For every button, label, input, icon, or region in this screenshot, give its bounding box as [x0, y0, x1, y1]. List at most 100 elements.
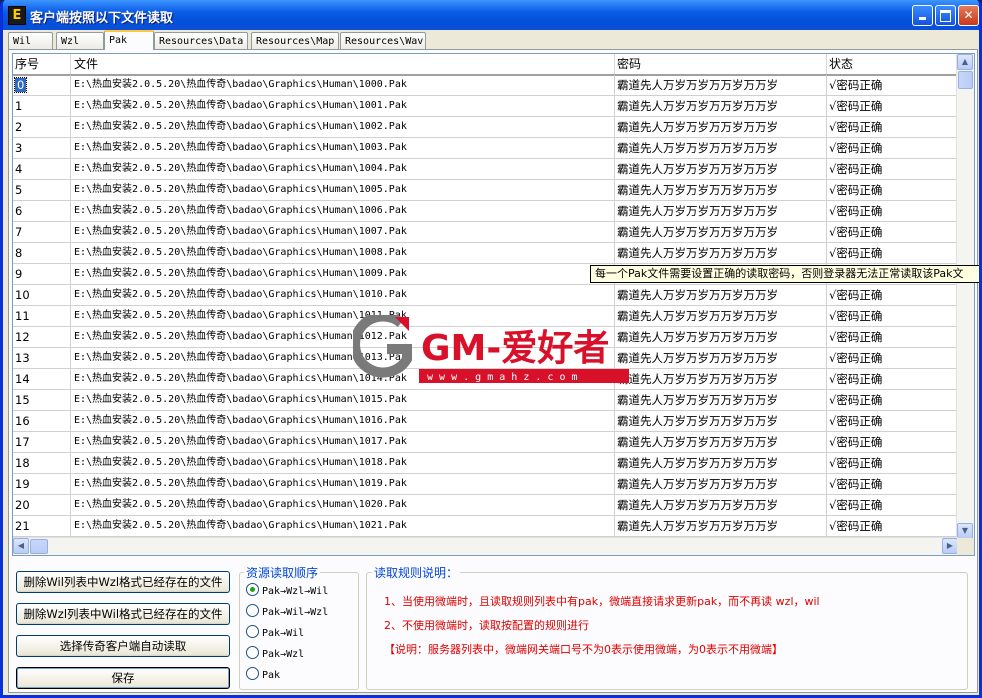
tab-resources-map[interactable]: Resources\Map [251, 32, 339, 49]
cell-password-text: 霸道先人万岁万岁万万岁万万岁 [617, 204, 778, 218]
table-row[interactable]: 20 E:\热血安装2.0.5.20\热血传奇\badao\Graphics\Hu… [13, 495, 958, 516]
cell-password[interactable]: 霸道先人万岁万岁万万岁万万岁 [615, 495, 827, 515]
cell-file: E:\热血安装2.0.5.20\热血传奇\badao\Graphics\Huma… [71, 201, 615, 221]
file-list-grid[interactable]: 序号 文件 密码 状态 0 E:\热血安装2.0.5.20\热血传奇\badao\… [12, 53, 975, 556]
close-button[interactable]: ✕ [958, 5, 979, 26]
cell-password[interactable]: 霸道先人万岁万岁万万岁万万岁 [615, 474, 827, 494]
cell-file-text: E:\热血安装2.0.5.20\热血传奇\badao\Graphics\Huma… [74, 79, 407, 90]
table-row[interactable]: 8 E:\热血安装2.0.5.20\热血传奇\badao\Graphics\Hum… [13, 243, 958, 264]
cell-password[interactable]: 霸道先人万岁万岁万万岁万万岁 [615, 411, 827, 431]
cell-index-text: 4 [15, 162, 23, 176]
cell-password[interactable]: 霸道先人万岁万岁万万岁万万岁 [615, 348, 827, 368]
tab-wzl[interactable]: Wzl [56, 32, 104, 49]
table-row[interactable]: 16 E:\热血安装2.0.5.20\热血传奇\badao\Graphics\Hu… [13, 411, 958, 432]
order-option-pak-wzl-wil[interactable]: Pak→Wzl→Wil [246, 583, 328, 599]
cell-file-text: E:\热血安装2.0.5.20\热血传奇\badao\Graphics\Huma… [74, 415, 407, 426]
cell-password[interactable]: 霸道先人万岁万岁万万岁万万岁 [615, 180, 827, 200]
cell-index: 18 [13, 453, 71, 473]
table-row[interactable]: 5 E:\热血安装2.0.5.20\热血传奇\badao\Graphics\Hum… [13, 180, 958, 201]
cell-file-text: E:\热血安装2.0.5.20\热血传奇\badao\Graphics\Huma… [74, 226, 407, 237]
scroll-left-icon[interactable]: ◀ [13, 538, 29, 554]
table-row[interactable]: 18 E:\热血安装2.0.5.20\热血传奇\badao\Graphics\Hu… [13, 453, 958, 474]
delete-wil-duplicates-button[interactable]: 删除Wil列表中Wzl格式已经存在的文件 [16, 571, 230, 593]
cell-status: √密码正确 [827, 222, 958, 242]
cell-file: E:\热血安装2.0.5.20\热血传奇\badao\Graphics\Huma… [71, 495, 615, 515]
cell-password[interactable]: 霸道先人万岁万岁万万岁万万岁 [615, 243, 827, 263]
order-option-pak-wzl[interactable]: Pak→Wzl [246, 646, 304, 662]
scroll-up-icon[interactable]: ▲ [957, 54, 973, 70]
table-row[interactable]: 6 E:\热血安装2.0.5.20\热血传奇\badao\Graphics\Hum… [13, 201, 958, 222]
cell-password[interactable]: 霸道先人万岁万岁万万岁万万岁 [615, 159, 827, 179]
cell-status: √密码正确 [827, 75, 958, 95]
order-option-pak[interactable]: Pak [246, 667, 280, 683]
scroll-corner [957, 538, 974, 555]
table-row[interactable]: 15 E:\热血安装2.0.5.20\热血传奇\badao\Graphics\Hu… [13, 390, 958, 411]
title-bar[interactable]: E 客户端按照以下文件读取 ✕ [3, 0, 979, 30]
col-header-password[interactable]: 密码 [615, 54, 827, 74]
cell-password[interactable]: 霸道先人万岁万岁万万岁万万岁 [615, 138, 827, 158]
cell-password[interactable]: 霸道先人万岁万岁万万岁万万岁 [615, 285, 827, 305]
cell-password[interactable]: 霸道先人万岁万岁万万岁万万岁 [615, 306, 827, 326]
col-header-index[interactable]: 序号 [13, 54, 71, 74]
cell-file-text: E:\热血安装2.0.5.20\热血传奇\badao\Graphics\Huma… [74, 289, 407, 300]
save-button[interactable]: 保存 [16, 667, 230, 689]
tab-pak[interactable]: Pak [104, 30, 154, 50]
cell-index: 10 [13, 285, 71, 305]
table-row[interactable]: 21 E:\热血安装2.0.5.20\热血传奇\badao\Graphics\Hu… [13, 516, 958, 537]
tab-wil[interactable]: Wil [8, 32, 53, 49]
table-row[interactable]: 2 E:\热血安装2.0.5.20\热血传奇\badao\Graphics\Hum… [13, 117, 958, 138]
cell-index-text: 2 [15, 120, 23, 134]
cell-password-text: 霸道先人万岁万岁万万岁万万岁 [617, 141, 778, 155]
tab-resources-wav[interactable]: Resources\Wav [340, 32, 426, 49]
cell-status: √密码正确 [827, 180, 958, 200]
delete-wzl-duplicates-button[interactable]: 删除Wzl列表中Wil格式已经存在的文件 [16, 603, 230, 625]
cell-index: 1 [13, 96, 71, 116]
scroll-right-icon[interactable]: ▶ [942, 538, 958, 554]
cell-password[interactable]: 霸道先人万岁万岁万万岁万万岁 [615, 75, 827, 95]
order-option-pak-wil[interactable]: Pak→Wil [246, 625, 304, 641]
table-row[interactable]: 17 E:\热血安装2.0.5.20\热血传奇\badao\Graphics\Hu… [13, 432, 958, 453]
cell-password[interactable]: 霸道先人万岁万岁万万岁万万岁 [615, 432, 827, 452]
maximize-button[interactable] [935, 5, 956, 26]
table-row[interactable]: 19 E:\热血安装2.0.5.20\热血传奇\badao\Graphics\Hu… [13, 474, 958, 495]
order-option-pak-wil-wzl[interactable]: Pak→Wil→Wzl [246, 604, 328, 620]
rule-line-2: 2、不使用微端时，读取按配置的规则进行 [384, 619, 589, 632]
cell-index: 11 [13, 306, 71, 326]
table-row[interactable]: 0 E:\热血安装2.0.5.20\热血传奇\badao\Graphics\Hum… [13, 75, 958, 96]
table-row[interactable]: 3 E:\热血安装2.0.5.20\热血传奇\badao\Graphics\Hum… [13, 138, 958, 159]
vertical-scrollbar[interactable]: ▲ ▼ [956, 54, 974, 539]
table-row[interactable]: 4 E:\热血安装2.0.5.20\热血传奇\badao\Graphics\Hum… [13, 159, 958, 180]
table-row[interactable]: 1 E:\热血安装2.0.5.20\热血传奇\badao\Graphics\Hum… [13, 96, 958, 117]
cell-index-text: 13 [15, 351, 30, 365]
cell-password[interactable]: 霸道先人万岁万岁万万岁万万岁 [615, 96, 827, 116]
cell-password[interactable]: 霸道先人万岁万岁万万岁万万岁 [615, 201, 827, 221]
cell-index-text: 0 [13, 77, 28, 93]
cell-index: 16 [13, 411, 71, 431]
cell-password[interactable]: 霸道先人万岁万岁万万岁万万岁 [615, 516, 827, 536]
cell-password[interactable]: 霸道先人万岁万岁万万岁万万岁 [615, 453, 827, 473]
minimize-button[interactable] [912, 5, 933, 26]
cell-index: 15 [13, 390, 71, 410]
cell-file-text: E:\热血安装2.0.5.20\热血传奇\badao\Graphics\Huma… [74, 142, 407, 153]
auto-read-client-button[interactable]: 选择传奇客户端自动读取 [16, 635, 230, 657]
cell-password[interactable]: 霸道先人万岁万岁万万岁万万岁 [615, 369, 827, 389]
cell-file-text: E:\热血安装2.0.5.20\热血传奇\badao\Graphics\Huma… [74, 163, 407, 174]
cell-file-text: E:\热血安装2.0.5.20\热血传奇\badao\Graphics\Huma… [74, 268, 407, 279]
cell-password[interactable]: 霸道先人万岁万岁万万岁万万岁 [615, 222, 827, 242]
cell-password[interactable]: 霸道先人万岁万岁万万岁万万岁 [615, 327, 827, 347]
cell-status: √密码正确 [827, 495, 958, 515]
vertical-scroll-thumb[interactable] [958, 71, 973, 89]
cell-file: E:\热血安装2.0.5.20\热血传奇\badao\Graphics\Huma… [71, 243, 615, 263]
read-rules-title: 读取规则说明： [372, 564, 461, 581]
table-row[interactable]: 7 E:\热血安装2.0.5.20\热血传奇\badao\Graphics\Hum… [13, 222, 958, 243]
col-header-file[interactable]: 文件 [71, 54, 615, 74]
horizontal-scrollbar[interactable]: ◀ ▶ [13, 537, 958, 555]
cell-password[interactable]: 霸道先人万岁万岁万万岁万万岁 [615, 390, 827, 410]
tab-resources-data[interactable]: Resources\Data [154, 32, 248, 49]
cell-password-text: 霸道先人万岁万岁万万岁万万岁 [617, 519, 778, 533]
horizontal-scroll-thumb[interactable] [30, 539, 48, 554]
table-row[interactable]: 10 E:\热血安装2.0.5.20\热血传奇\badao\Graphics\Hu… [13, 285, 958, 306]
cell-password[interactable]: 霸道先人万岁万岁万万岁万万岁 [615, 117, 827, 137]
col-header-status[interactable]: 状态 [827, 54, 958, 74]
scroll-down-icon[interactable]: ▼ [957, 523, 973, 539]
